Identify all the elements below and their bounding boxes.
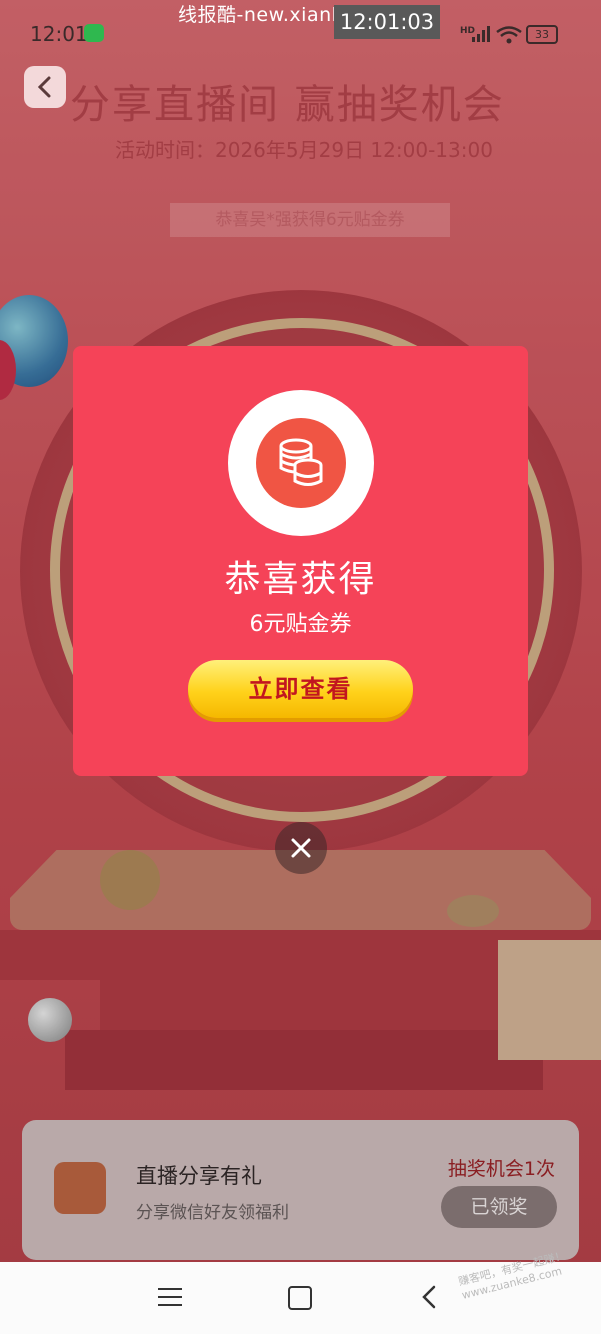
lottery-chance-count: 抽奖机会1次	[447, 1158, 555, 1180]
back-nav-icon[interactable]	[420, 1284, 438, 1310]
coins-icon	[256, 418, 346, 508]
close-modal-button[interactable]	[275, 822, 327, 874]
claimed-button[interactable]: 已领奖	[441, 1186, 557, 1228]
share-task-card: 直播分享有礼 分享微信好友领福利 抽奖机会1次 已领奖	[22, 1120, 579, 1260]
modal-title: 恭喜获得	[224, 559, 377, 600]
battery-icon: 33	[526, 25, 558, 44]
back-button[interactable]	[24, 66, 66, 108]
overlay-clock: 12:01:03	[334, 5, 440, 39]
task-title: 直播分享有礼	[136, 1164, 262, 1188]
prize-modal: 恭喜获得 6元贴金券 立即查看	[73, 346, 528, 776]
status-icons: HD 33	[460, 24, 570, 46]
gift-icon	[54, 1162, 106, 1214]
page-title: 分享直播间 赢抽奖机会	[70, 82, 505, 128]
activity-time: 活动时间：2026年5月29日 12:00-13:00	[115, 138, 493, 162]
status-bar: 12:01 线报酷-new.xianbao.fun 12:01:03 HD 33	[0, 0, 601, 62]
chevron-left-icon	[37, 76, 51, 98]
status-time: 12:01	[30, 22, 88, 46]
prize-icon-circle	[228, 390, 374, 536]
home-icon[interactable]	[288, 1286, 312, 1310]
signal-icon	[468, 26, 490, 42]
close-icon	[291, 838, 311, 858]
prize-name: 6元贴金券	[249, 612, 352, 637]
task-description: 分享微信好友领福利	[136, 1203, 289, 1223]
winner-ticker: 恭喜吴*强获得6元贴金券	[170, 203, 450, 237]
wechat-icon	[84, 24, 104, 42]
wifi-icon	[496, 26, 522, 44]
menu-icon[interactable]	[158, 1286, 182, 1308]
view-now-button[interactable]: 立即查看	[188, 660, 413, 718]
